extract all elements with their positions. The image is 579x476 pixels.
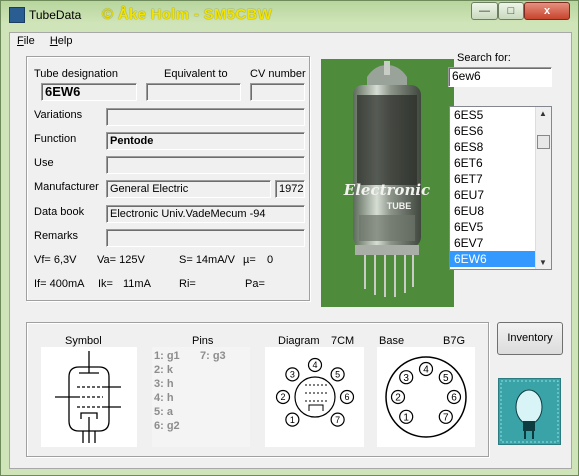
- client-area: File Help Tube designation Equivalent to…: [9, 32, 572, 469]
- base-pinout-icon: 123 4 567: [385, 356, 467, 438]
- year-field[interactable]: 1972: [275, 180, 305, 198]
- inventory-button[interactable]: Inventory: [497, 322, 563, 355]
- pin-number: 1: [290, 415, 295, 425]
- pin-number: 7: [335, 415, 340, 425]
- if-param: If= 400mA: [34, 278, 85, 290]
- manufacturer-label: Manufacturer: [34, 181, 99, 193]
- equivalent-to-field[interactable]: [146, 83, 241, 101]
- pin-number: 2: [280, 392, 285, 402]
- pin-number: 5: [335, 370, 340, 380]
- variations-field[interactable]: [106, 108, 305, 126]
- diagram-label: Diagram: [278, 335, 320, 347]
- pin-number: 6: [344, 392, 349, 402]
- menu-help[interactable]: Help: [50, 35, 73, 47]
- va-param: Va= 125V: [97, 254, 145, 266]
- vf-param: Vf= 6,3V: [34, 254, 77, 266]
- pin-assignment: 3: h: [154, 378, 174, 390]
- base-panel: 123 4 567: [377, 347, 475, 447]
- pins-panel: 1: g1 7: g3 2: k 3: h 4: h 5: a 6: g2: [152, 347, 250, 447]
- pin-number: 2: [395, 393, 401, 404]
- scroll-up-icon[interactable]: ▲: [539, 109, 547, 118]
- tube-logo-icon: [498, 378, 561, 445]
- pin-number: 6: [451, 393, 457, 404]
- manufacturer-field[interactable]: General Electric: [106, 180, 271, 198]
- data-book-field[interactable]: Electronic Univ.VadeMecum -94: [106, 205, 305, 223]
- equivalent-to-label: Equivalent to: [164, 68, 228, 80]
- function-field[interactable]: Pentode: [106, 132, 305, 150]
- ri-param: Ri=: [179, 278, 196, 290]
- ik-param: Ik=: [98, 278, 113, 290]
- scroll-down-icon[interactable]: ▼: [539, 258, 547, 267]
- pin-number: 3: [403, 373, 409, 384]
- pins-label: Pins: [192, 335, 214, 347]
- pin-assignment: 4: h: [154, 392, 174, 404]
- pin-assignment: 2: k: [154, 364, 173, 376]
- menu-file[interactable]: File: [17, 35, 35, 47]
- window-title: TubeData: [29, 8, 82, 22]
- menu-bar: File Help: [17, 35, 84, 47]
- tube-brand-text: Electronic: [343, 181, 430, 199]
- listbox-scrollbar[interactable]: ▲ ▼: [535, 107, 551, 269]
- diagram-code: 7CM: [331, 335, 355, 347]
- cv-number-field[interactable]: [250, 83, 305, 101]
- scroll-thumb[interactable]: [537, 135, 550, 149]
- app-window: TubeData © Åke Holm - SM5CBW — □ x File …: [0, 0, 579, 476]
- search-label: Search for:: [457, 52, 511, 64]
- tube-designation-label: Tube designation: [34, 68, 118, 80]
- cv-number-label: CV number: [250, 68, 306, 80]
- pentode-symbol-icon: [55, 351, 121, 443]
- pin-number: 4: [423, 365, 429, 376]
- symbol-label: Symbol: [65, 335, 102, 347]
- pin-assignment: 6: g2: [154, 420, 180, 432]
- close-button[interactable]: x: [524, 2, 570, 20]
- pin-assignment: 1: g1: [154, 350, 180, 362]
- s-param: S= 14mA/V: [179, 254, 235, 266]
- pa-param: Pa=: [245, 278, 265, 290]
- ik-value: 11mA: [123, 278, 151, 290]
- title-bar: TubeData © Åke Holm - SM5CBW — □ x: [1, 1, 578, 29]
- tube-photo: Electronic TUBE: [321, 59, 454, 307]
- maximize-button[interactable]: □: [498, 2, 524, 20]
- pin-assignment: 5: a: [154, 406, 173, 418]
- pin-number: 1: [403, 412, 409, 423]
- author-banner: © Åke Holm - SM5CBW: [102, 6, 273, 23]
- mu-value: 0: [267, 254, 274, 266]
- base-label: Base: [379, 335, 405, 347]
- tube-info-group: Tube designation Equivalent to CV number…: [26, 56, 310, 301]
- mu-param: µ=: [243, 254, 256, 266]
- pin-number: 3: [290, 370, 295, 380]
- remarks-label: Remarks: [34, 230, 79, 242]
- base-code: B7G: [443, 335, 466, 347]
- data-book-label: Data book: [34, 206, 85, 218]
- tubedata-app-icon: [9, 7, 25, 23]
- tube-brand-subtext: TUBE: [387, 201, 412, 211]
- minimize-button[interactable]: —: [471, 2, 498, 20]
- pin-diagram-icon: 1 2 3 4 5 6 7: [275, 357, 355, 427]
- diagram-panel: 1 2 3 4 5 6 7: [265, 347, 364, 447]
- tube-photo-image: Electronic TUBE: [321, 59, 454, 307]
- tube-listbox[interactable]: 6ES5 6ES6 6ES8 6ET6 6ET7 6EU7 6EU8 6EV5 6EV7 6EW6…: [449, 106, 552, 270]
- pin-assignment: 7: g3: [200, 350, 226, 362]
- pin-number: 7: [443, 412, 449, 423]
- tube-designation-field[interactable]: 6EW6: [41, 83, 137, 101]
- use-label: Use: [34, 157, 54, 169]
- function-label: Function: [34, 133, 77, 145]
- search-input[interactable]: 6ew6: [448, 67, 552, 87]
- pin-number: 5: [443, 373, 449, 384]
- use-field[interactable]: [106, 156, 305, 174]
- pin-number: 4: [312, 360, 317, 370]
- remarks-field[interactable]: [106, 229, 305, 247]
- symbol-panel: [41, 347, 137, 447]
- variations-label: Variations: [34, 109, 83, 121]
